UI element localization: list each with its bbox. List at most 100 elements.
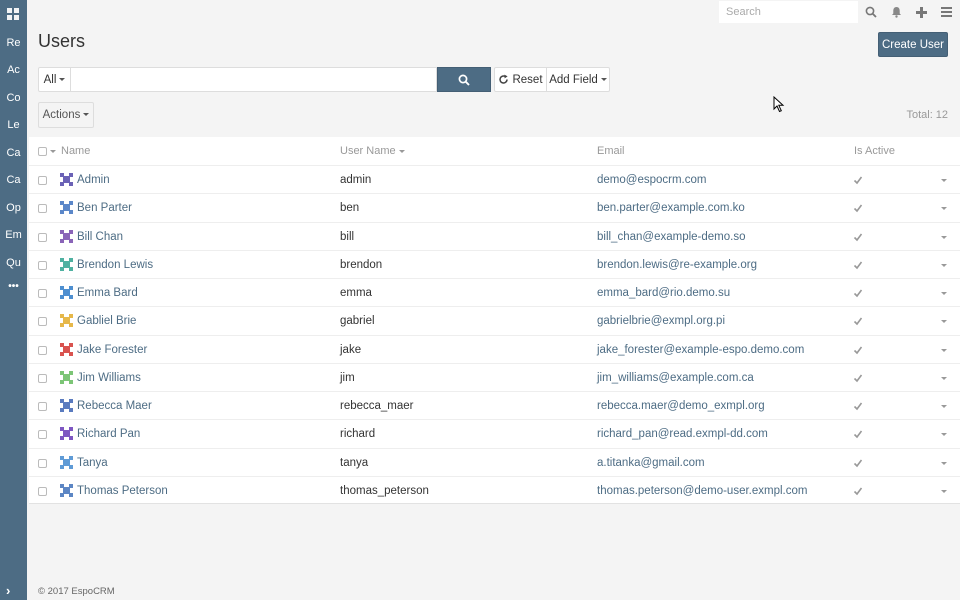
plus-icon[interactable] — [914, 5, 928, 19]
sidebar-tab-3[interactable]: Le — [0, 118, 27, 132]
user-username: richard — [340, 428, 376, 441]
table-row: Brendon Lewis brendon brendon.lewis@re-exa… — [29, 249, 960, 279]
user-email-link[interactable]: emma_bard@rio.demo.su — [597, 279, 730, 307]
user-name-link[interactable]: Ben Parter — [77, 194, 132, 222]
user-name-link[interactable]: Emma Bard — [77, 279, 138, 307]
row-checkbox[interactable] — [38, 317, 47, 327]
column-header-email[interactable]: Email — [597, 137, 625, 165]
user-name-link[interactable]: Tanya — [77, 449, 108, 477]
row-actions-caret-icon[interactable] — [941, 292, 947, 295]
user-name-link[interactable]: Jim Williams — [77, 364, 141, 392]
user-email-link[interactable]: demo@espocrm.com — [597, 166, 706, 194]
column-header-user-name-label: User Name — [340, 145, 396, 157]
sidebar-tab-0[interactable]: Re — [0, 36, 27, 50]
select-all-caret-icon[interactable] — [50, 150, 56, 153]
row-checkbox[interactable] — [38, 458, 47, 468]
sidebar-tab-2[interactable]: Co — [0, 91, 27, 105]
user-name-link[interactable]: Thomas Peterson — [77, 477, 168, 505]
actions-dropdown[interactable]: Actions — [38, 102, 94, 128]
row-actions-caret-icon[interactable] — [941, 179, 947, 182]
create-user-button[interactable]: Create User — [878, 32, 948, 57]
add-field-dropdown[interactable]: Add Field — [547, 67, 610, 92]
check-icon — [853, 459, 863, 467]
row-actions-caret-icon[interactable] — [941, 348, 947, 352]
top-navbar — [27, 0, 960, 25]
column-header-is-active[interactable]: Is Active — [854, 137, 895, 165]
sidebar-tab-6[interactable]: Op — [0, 201, 27, 215]
table-row: Gabliel Brie gabriel gabrielbrie@exmpl.org… — [29, 306, 960, 334]
table-row: Jim Williams jim jim_williams@example.com.… — [29, 362, 960, 392]
row-actions-caret-icon[interactable] — [941, 235, 947, 239]
row-checkbox[interactable] — [38, 373, 47, 383]
user-name-link[interactable]: Brendon Lewis — [77, 251, 153, 279]
sidebar-toggle-icon[interactable]: › — [6, 583, 10, 598]
row-checkbox[interactable] — [38, 204, 47, 214]
select-all-checkbox[interactable] — [38, 147, 47, 156]
column-header-user-name[interactable]: User Name — [340, 137, 405, 165]
table-row: Tanya tanya a.titanka@gmail.com — [29, 447, 960, 477]
user-name-link[interactable]: Admin — [77, 166, 110, 194]
sidebar-tab-7[interactable]: Em — [0, 228, 27, 242]
text-filter-input[interactable] — [71, 67, 437, 92]
global-search-input[interactable] — [719, 1, 858, 23]
sidebar-tab-1[interactable]: Ac — [0, 63, 27, 77]
row-actions-caret-icon[interactable] — [941, 461, 947, 465]
row-checkbox[interactable] — [38, 260, 47, 270]
user-email-link[interactable]: brendon.lewis@re-example.org — [597, 251, 757, 279]
menu-icon[interactable] — [939, 5, 953, 19]
user-username: thomas_peterson — [340, 484, 429, 497]
row-actions-caret-icon[interactable] — [941, 207, 947, 211]
row-actions-caret-icon[interactable] — [941, 489, 947, 493]
search-icon[interactable] — [864, 5, 878, 19]
table-row: Admin admin demo@espocrm.com — [29, 165, 960, 193]
table-row: Richard Pan richard richard_pan@read.exmpl… — [29, 419, 960, 447]
row-actions-caret-icon[interactable] — [941, 376, 947, 380]
sidebar-tab-8[interactable]: Qu — [0, 256, 27, 270]
bell-icon[interactable] — [889, 5, 903, 19]
sidebar: Re Ac Co Le Ca Ca Op Em Qu ••• › — [0, 0, 27, 600]
add-field-label: Add Field — [549, 73, 598, 86]
row-actions-caret-icon[interactable] — [941, 405, 947, 408]
row-actions-caret-icon[interactable] — [941, 433, 947, 437]
user-avatar-icon — [60, 314, 73, 328]
more-tabs-icon[interactable]: ••• — [0, 281, 27, 292]
reset-button[interactable]: Reset — [494, 67, 547, 92]
user-email-link[interactable]: jake_forester@example-espo.demo.com — [597, 336, 804, 364]
sidebar-tab-4[interactable]: Ca — [0, 146, 27, 160]
user-email-link[interactable]: ben.parter@example.com.ko — [597, 194, 745, 222]
user-name-link[interactable]: Richard Pan — [77, 420, 140, 448]
user-email-link[interactable]: jim_williams@example.com.ca — [597, 364, 754, 392]
check-icon — [853, 346, 863, 354]
row-checkbox[interactable] — [38, 430, 47, 440]
user-email-link[interactable]: thomas.peterson@demo-user.exmpl.com — [597, 477, 807, 505]
check-icon — [853, 176, 863, 185]
search-button[interactable] — [437, 67, 491, 92]
filter-all-dropdown[interactable]: All — [38, 67, 71, 92]
row-checkbox[interactable] — [38, 289, 47, 298]
user-name-link[interactable]: Gabliel Brie — [77, 307, 136, 335]
column-header-name[interactable]: Name — [61, 137, 90, 165]
user-avatar-icon — [60, 427, 73, 441]
mouse-cursor-icon — [773, 96, 785, 113]
row-actions-caret-icon[interactable] — [941, 263, 947, 267]
row-checkbox[interactable] — [38, 486, 47, 496]
user-email-link[interactable]: richard_pan@read.exmpl-dd.com — [597, 420, 768, 448]
row-checkbox[interactable] — [38, 232, 47, 242]
sidebar-tab-5[interactable]: Ca — [0, 173, 27, 187]
user-avatar-icon — [60, 399, 73, 412]
user-email-link[interactable]: rebecca.maer@demo_exmpl.org — [597, 392, 765, 420]
apps-grid-icon[interactable] — [7, 8, 19, 20]
filter-all-label: All — [43, 73, 57, 86]
row-actions-caret-icon[interactable] — [941, 320, 947, 324]
row-checkbox[interactable] — [38, 402, 47, 411]
user-name-link[interactable]: Bill Chan — [77, 223, 123, 251]
user-username: brendon — [340, 258, 383, 271]
row-checkbox[interactable] — [38, 176, 47, 185]
user-name-link[interactable]: Rebecca Maer — [77, 392, 152, 420]
search-icon — [458, 74, 470, 86]
user-email-link[interactable]: gabrielbrie@exmpl.org.pi — [597, 307, 725, 335]
user-email-link[interactable]: a.titanka@gmail.com — [597, 449, 705, 477]
user-email-link[interactable]: bill_chan@example-demo.so — [597, 223, 745, 251]
user-name-link[interactable]: Jake Forester — [77, 336, 147, 364]
row-checkbox[interactable] — [38, 345, 47, 355]
